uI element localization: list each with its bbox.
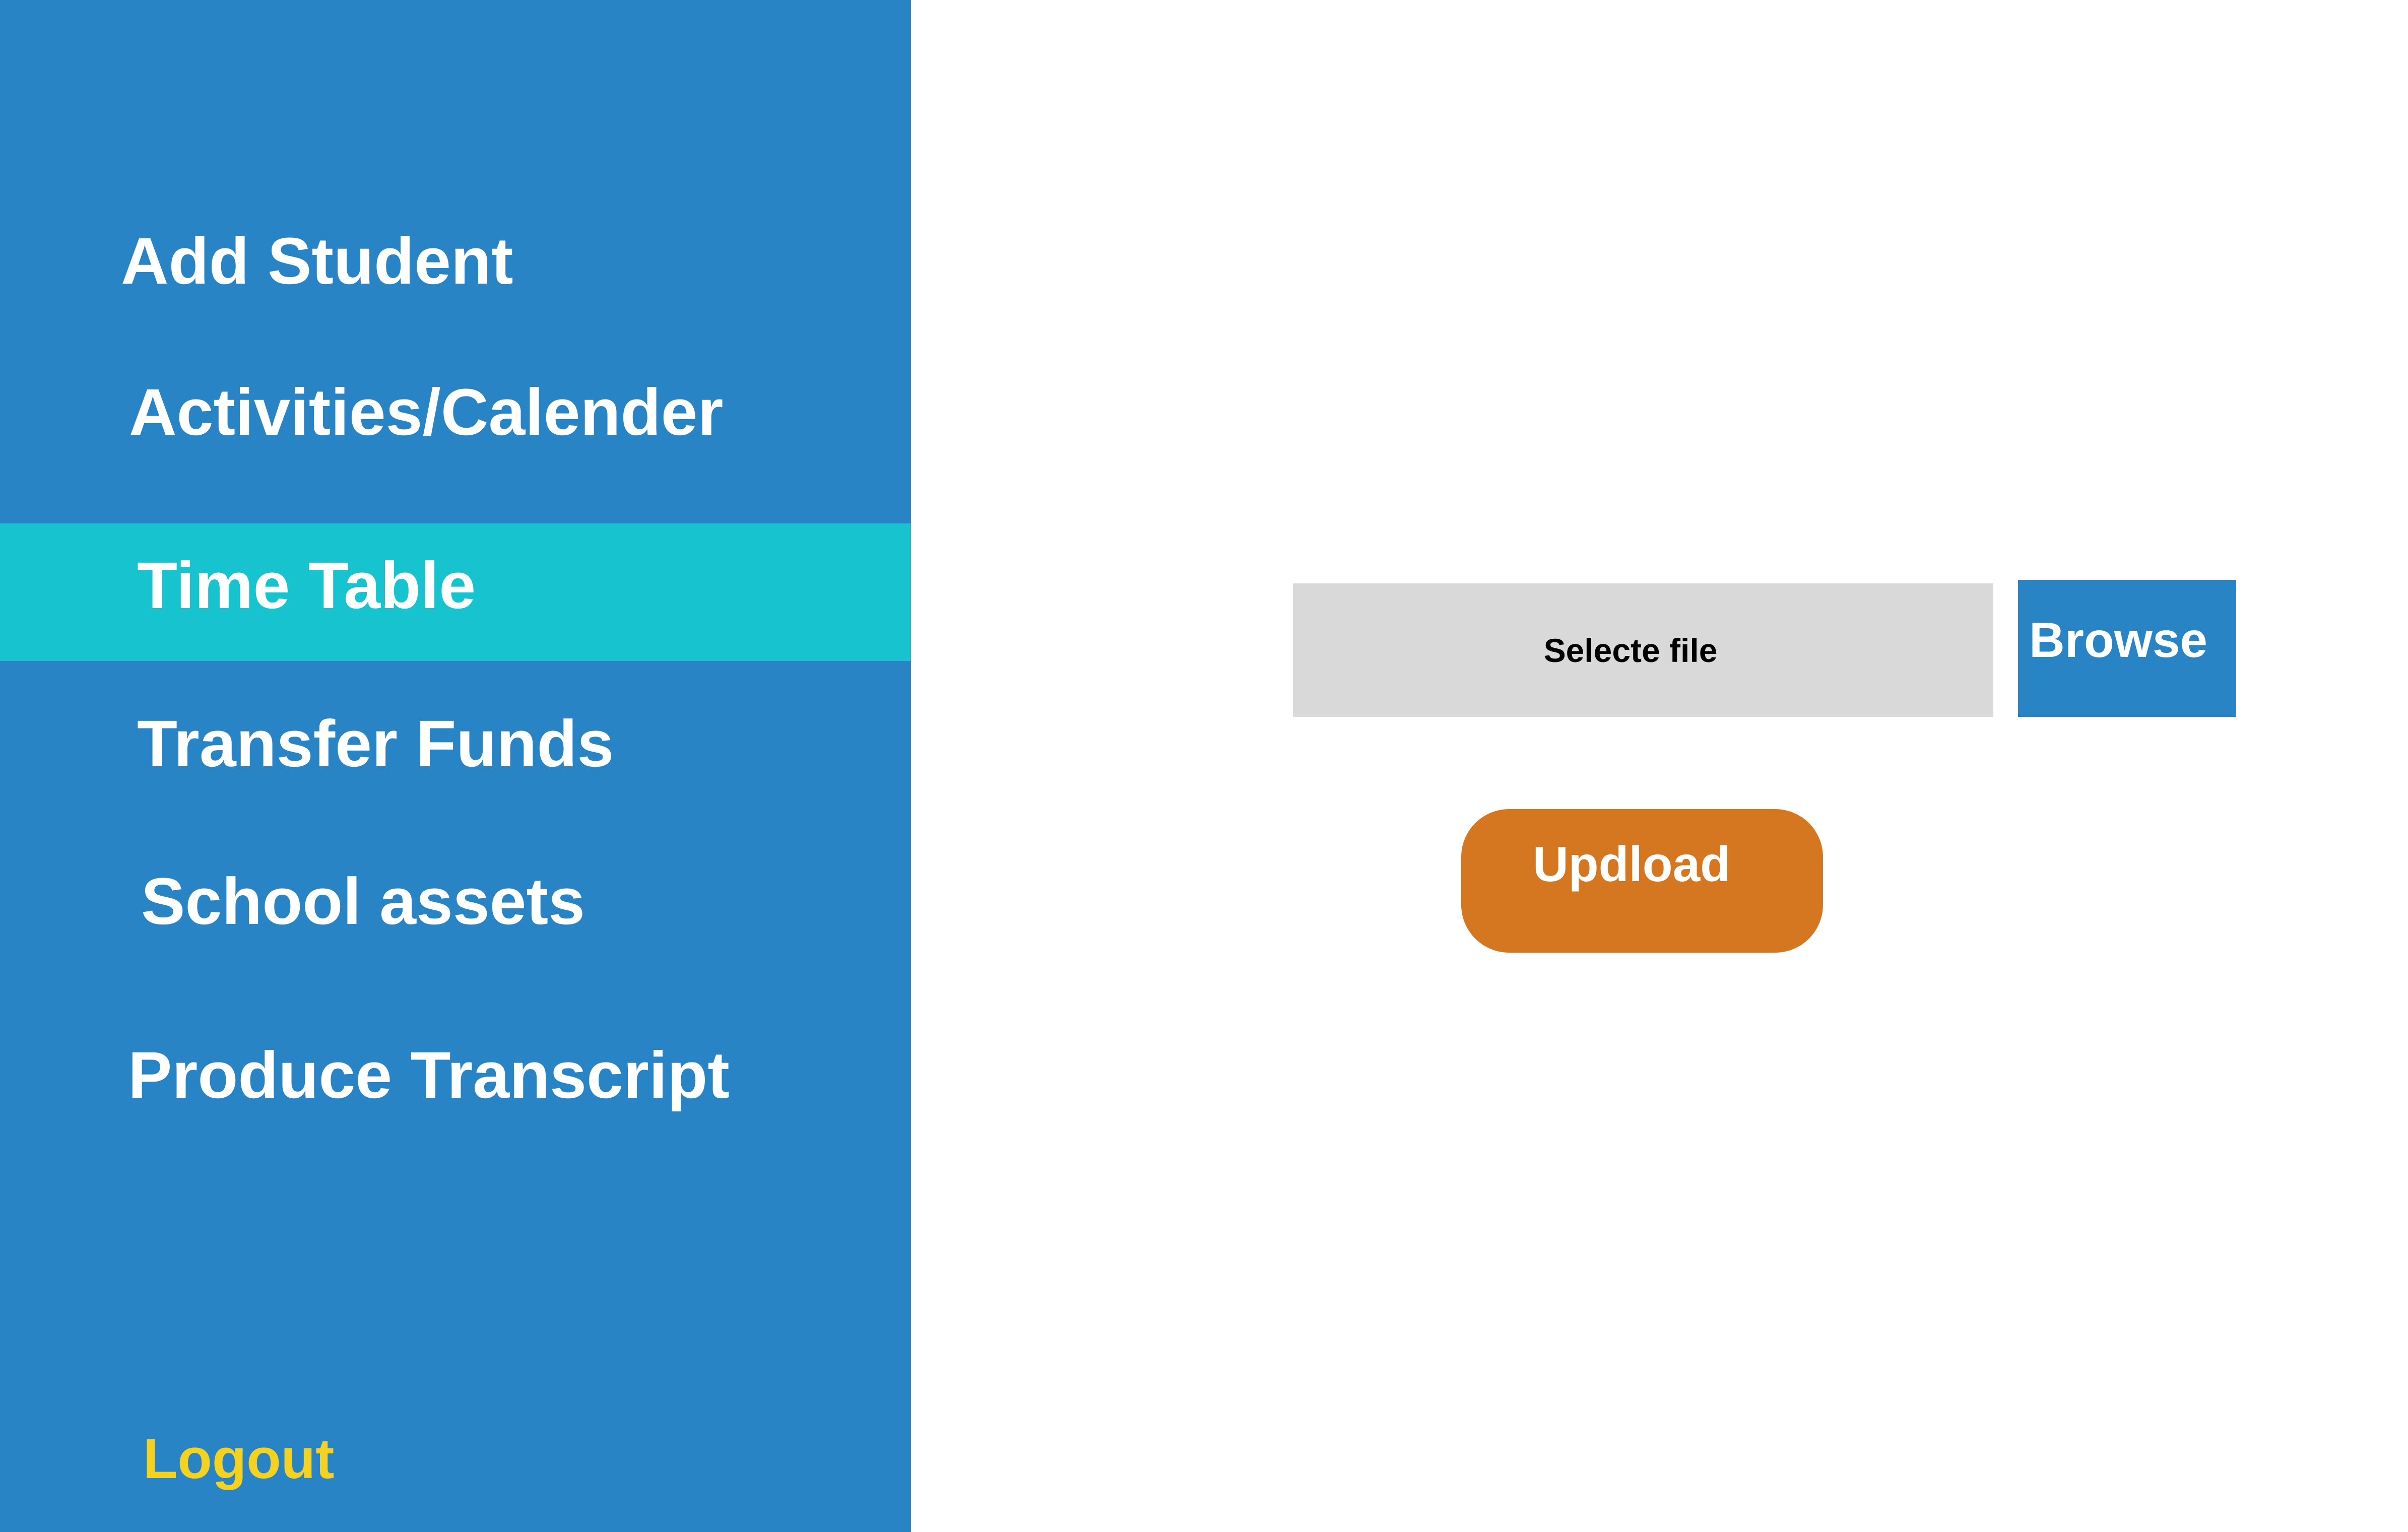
sidebar-item-label: Produce Transcript xyxy=(128,1038,730,1112)
upload-button[interactable]: Updload xyxy=(1461,809,1823,953)
browse-button[interactable]: Browse xyxy=(2018,580,2236,717)
sidebar-item-label: School assets xyxy=(141,864,585,938)
sidebar-item-label: Add Student xyxy=(121,224,513,298)
app-window: Add Student Activities/Calender Time Tab… xyxy=(0,0,2408,1532)
sidebar-item-produce-transcript[interactable]: Produce Transcript xyxy=(0,1042,911,1122)
sidebar-item-time-table[interactable]: Time Table xyxy=(0,523,911,661)
sidebar-item-school-assets[interactable]: School assets xyxy=(0,868,911,949)
sidebar-item-label: Time Table xyxy=(137,548,476,622)
sidebar: Add Student Activities/Calender Time Tab… xyxy=(0,0,911,1532)
file-path-field[interactable]: Selecte file xyxy=(1293,583,1993,717)
sidebar-item-label: Activities/Calender xyxy=(129,375,724,449)
sidebar-item-label: Transfer Funds xyxy=(137,706,614,780)
logout-link[interactable]: Logout xyxy=(143,1431,334,1487)
sidebar-item-activities-calender[interactable]: Activities/Calender xyxy=(0,379,911,459)
main-content xyxy=(911,0,2408,1532)
file-placeholder-text: Selecte file xyxy=(1543,631,1718,669)
sidebar-item-transfer-funds[interactable]: Transfer Funds xyxy=(0,710,911,791)
sidebar-item-add-student[interactable]: Add Student xyxy=(0,228,911,308)
